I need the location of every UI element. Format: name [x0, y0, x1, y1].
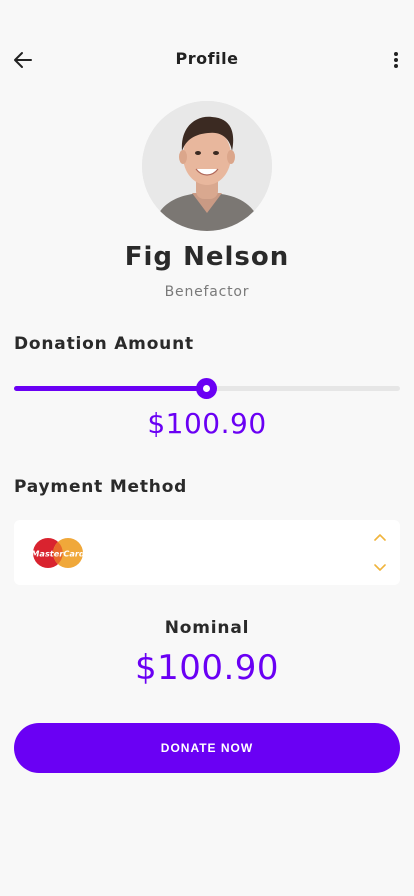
profile-role: Benefactor	[164, 284, 250, 300]
chevron-up-icon	[374, 533, 386, 541]
chevron-down-icon	[374, 563, 386, 571]
more-vertical-icon	[394, 52, 398, 68]
page-title: Profile	[175, 49, 239, 68]
profile-name: Fig Nelson	[124, 242, 290, 272]
nominal-label: Nominal	[164, 618, 250, 638]
payment-prev-button[interactable]	[372, 530, 388, 544]
payment-method-picker[interactable]: MasterCard	[14, 520, 400, 585]
profile-screen: Profile Fig Nelson Benefactor Donation A…	[0, 0, 414, 896]
avatar	[142, 101, 272, 231]
mastercard-icon[interactable]: MasterCard	[31, 537, 85, 569]
payment-next-button[interactable]	[372, 560, 388, 574]
donation-amount-value: $100.90	[147, 407, 267, 440]
more-menu-button[interactable]	[384, 47, 408, 73]
nominal-value: $100.90	[134, 648, 280, 688]
donation-amount-label: Donation Amount	[14, 334, 194, 354]
slider-thumb[interactable]	[196, 378, 217, 399]
donation-slider[interactable]	[14, 378, 400, 399]
mastercard-wordmark: MasterCard	[32, 549, 84, 559]
slider-fill	[14, 386, 207, 391]
payment-method-label: Payment Method	[14, 477, 188, 497]
donate-now-button[interactable]: DONATE NOW	[14, 723, 400, 773]
